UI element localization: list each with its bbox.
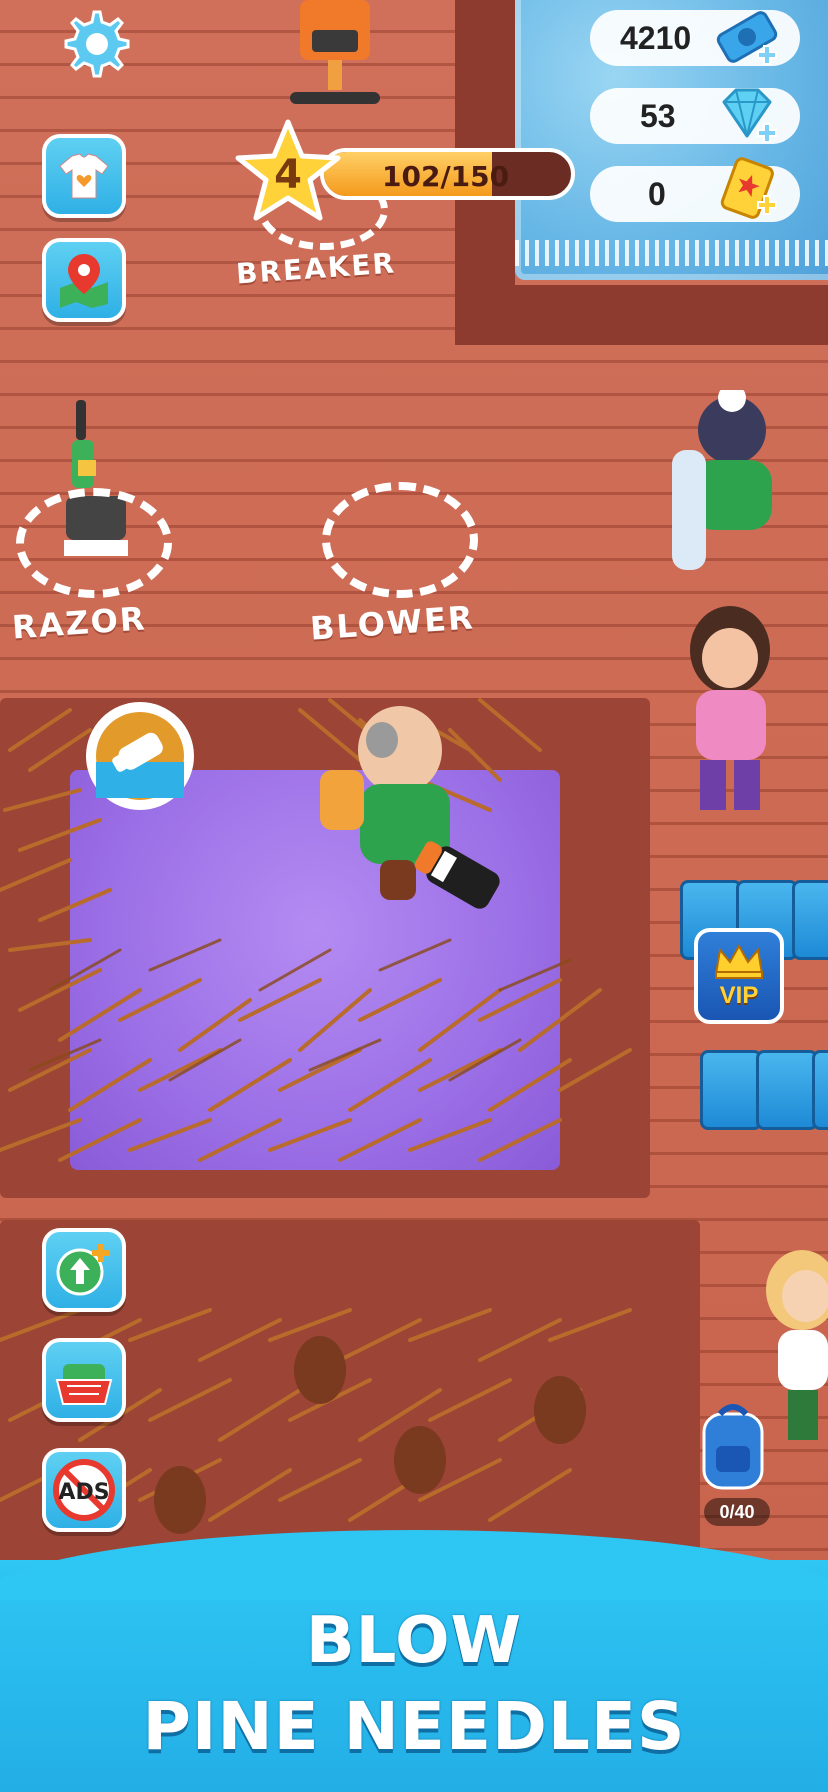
- leaf-blower-icon: [96, 712, 184, 800]
- shop-button[interactable]: [42, 1338, 126, 1422]
- level-progress-bar: 102/150: [320, 148, 575, 200]
- level-progress-text: 102/150: [382, 160, 510, 193]
- bill: [812, 1050, 828, 1130]
- blower-tool-badge[interactable]: [86, 702, 194, 810]
- blower-ring[interactable]: [322, 482, 478, 598]
- banner-line-2: PINE NEEDLES: [142, 1688, 686, 1765]
- basket-icon: [55, 1364, 113, 1405]
- outfit-button[interactable]: [42, 134, 126, 218]
- bill: [792, 880, 828, 960]
- backpack-count: 0/40: [704, 1498, 770, 1526]
- add-tickets-button[interactable]: [712, 157, 782, 220]
- npc-customer-winter: [662, 384, 782, 580]
- ticket-value: 0: [648, 175, 666, 212]
- blower-label: BLOWER: [308, 598, 476, 648]
- gear-icon: [64, 10, 130, 78]
- cash-value: 4210: [620, 19, 692, 56]
- map-button[interactable]: [42, 238, 126, 322]
- breaker-machine: [290, 0, 380, 110]
- game-scene: BREAKER RAZOR BLOWER VIP 0/40 ADS 102/15…: [0, 0, 828, 1792]
- cash-stack-icon: [716, 11, 778, 65]
- level-star: 4: [232, 118, 344, 226]
- level-number: 4: [274, 152, 302, 198]
- razor-ring[interactable]: [16, 488, 172, 598]
- map-pin-icon: [60, 254, 108, 308]
- upgrade-button[interactable]: [42, 1228, 126, 1312]
- player-character: [320, 690, 520, 930]
- gem-value: 53: [640, 97, 676, 134]
- crown-icon: [714, 943, 764, 979]
- tshirt-icon: [59, 153, 109, 199]
- rug-fringe: [515, 240, 828, 266]
- up-arrow-plus-icon: [56, 1244, 110, 1296]
- backpack-button[interactable]: [690, 1400, 776, 1492]
- razor-label: RAZOR: [10, 599, 148, 647]
- table-base: [455, 285, 828, 345]
- settings-button[interactable]: [56, 6, 132, 82]
- breaker-label: BREAKER: [235, 246, 398, 291]
- banner-line-1: BLOW: [305, 1604, 523, 1678]
- npc-customer-pink: [670, 600, 790, 820]
- backpack-icon: [702, 1404, 764, 1490]
- vip-label: VIP: [719, 982, 759, 1009]
- bill: [756, 1050, 818, 1130]
- ticket-icon: [720, 157, 777, 219]
- promo-banner: BLOW PINE NEEDLES: [0, 1530, 828, 1792]
- vip-button[interactable]: VIP: [694, 928, 784, 1024]
- no-ads-label: ADS: [58, 1480, 110, 1505]
- diamond-icon: [722, 88, 777, 143]
- bill: [700, 1050, 762, 1130]
- add-cash-button[interactable]: [712, 6, 782, 68]
- no-ads-button[interactable]: ADS: [42, 1448, 126, 1532]
- add-gems-button[interactable]: [712, 84, 782, 146]
